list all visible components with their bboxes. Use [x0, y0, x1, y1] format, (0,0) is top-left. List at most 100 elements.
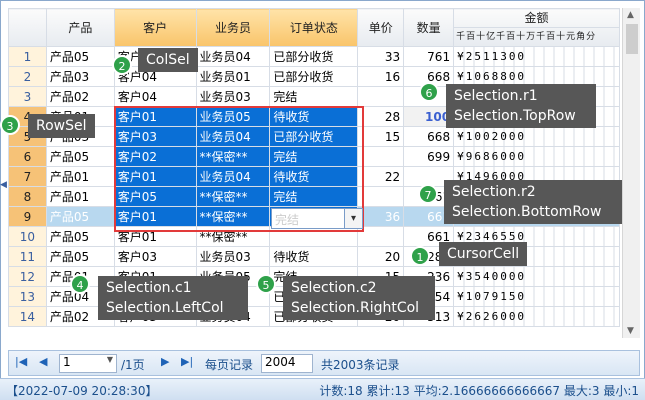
cell-status[interactable]: 待收货 — [269, 106, 359, 127]
cell-product[interactable]: 产品02 — [45, 86, 115, 107]
cell-status[interactable]: 待收货 — [269, 166, 359, 187]
cell-customer[interactable]: 客户02 — [113, 146, 197, 167]
cell-price[interactable] — [357, 146, 405, 167]
cell-price[interactable] — [357, 186, 405, 207]
cell-customer[interactable]: 客户01 — [113, 206, 197, 227]
page-number-select[interactable]: 1 ▼ — [59, 354, 117, 373]
cell-product[interactable]: 产品01 — [45, 186, 115, 207]
row-header[interactable]: 8 — [8, 186, 47, 207]
vertical-scrollbar[interactable]: ▲ ▼ — [622, 8, 640, 338]
prev-page-icon[interactable]: ◀ — [39, 355, 47, 368]
col-header-product[interactable]: 产品 — [45, 8, 115, 47]
cell-sales[interactable]: 业务员05 — [195, 106, 271, 127]
row-header[interactable]: 12 — [8, 266, 47, 287]
row-header[interactable]: 7 — [8, 166, 47, 187]
cell-amount[interactable]: ¥2626000 — [453, 306, 620, 327]
col-header-price[interactable]: 单价 — [357, 8, 405, 47]
cell-price[interactable] — [357, 86, 405, 107]
cell-product[interactable]: 产品03 — [45, 66, 115, 87]
corner-cell[interactable] — [8, 8, 47, 47]
cell-sales[interactable]: **保密** — [195, 186, 271, 207]
table-row[interactable]: 5产品03客户03业务员04已部分收货15668¥1002000 — [8, 126, 620, 147]
side-collapse-arrow-icon[interactable]: ◀ — [0, 180, 7, 200]
cell-product[interactable]: 产品01 — [45, 166, 115, 187]
cell-customer[interactable]: 客户04 — [113, 86, 197, 107]
cell-sales[interactable]: 业务员03 — [195, 246, 271, 267]
cell-price[interactable]: 16 — [357, 66, 405, 87]
cell-customer[interactable]: 客户01 — [113, 106, 197, 127]
annotation-cursorcell: CursorCell — [439, 242, 528, 266]
cell-status[interactable]: 待收货 — [269, 246, 359, 267]
col-header-sales[interactable]: 业务员 — [195, 8, 271, 47]
cell-product[interactable]: 产品05 — [45, 146, 115, 167]
combo-dropdown-icon[interactable]: ▾ — [344, 209, 362, 228]
cell-price[interactable]: 20 — [357, 246, 405, 267]
table-row[interactable]: 6 产品05 客户02 **保密** 完结 699 ¥9686000 — [8, 146, 620, 167]
cell-product[interactable]: 产品05 — [45, 226, 115, 247]
cell-status[interactable] — [269, 226, 359, 247]
cell-product[interactable]: 产品05 — [45, 46, 115, 67]
row-header[interactable]: 10 — [8, 226, 47, 247]
row-header[interactable]: 11 — [8, 246, 47, 267]
row-header[interactable]: 3 — [8, 86, 47, 107]
cell-sales[interactable]: 业务员04 — [195, 126, 271, 147]
row-header[interactable]: 1 — [8, 46, 47, 67]
col-header-customer[interactable]: 客户 — [113, 8, 197, 47]
cell-amount[interactable]: ¥1002000 — [453, 126, 620, 147]
cell-price[interactable]: 28 — [357, 106, 405, 127]
cell-customer[interactable]: 客户03 — [113, 126, 197, 147]
cell-qty[interactable]: 699 — [403, 146, 455, 167]
per-page-input[interactable]: 2004 — [261, 354, 313, 373]
scroll-thumb[interactable] — [626, 24, 638, 54]
col-header-qty[interactable]: 数量 — [403, 8, 455, 47]
cell-status[interactable]: 完结 — [269, 186, 359, 207]
cell-price[interactable]: 33 — [357, 46, 405, 67]
cell-qty[interactable]: 668 — [403, 126, 455, 147]
next-page-icon[interactable]: ▶ — [161, 355, 169, 368]
col-header-status[interactable]: 订单状态 — [269, 8, 359, 47]
cell-sales[interactable]: 业务员04 — [195, 46, 271, 67]
cell-product[interactable]: 产品05 — [45, 246, 115, 267]
first-page-icon[interactable]: |◀ — [15, 355, 27, 368]
cell-price[interactable]: 15 — [357, 126, 405, 147]
row-header[interactable]: 6 — [8, 146, 47, 167]
cell-status[interactable]: 完结 — [269, 86, 359, 107]
cell-sales[interactable]: **保密** — [195, 206, 271, 227]
cell-sales[interactable]: 业务员03 — [195, 86, 271, 107]
scroll-up-icon[interactable]: ▲ — [627, 10, 634, 20]
last-page-icon[interactable]: ▶| — [181, 355, 193, 368]
row-header[interactable]: 13 — [8, 286, 47, 307]
row-header[interactable]: 9 — [8, 206, 47, 227]
scroll-down-icon[interactable]: ▼ — [627, 326, 634, 336]
cell-customer[interactable]: 客户03 — [113, 246, 197, 267]
row-header[interactable]: 2 — [8, 66, 47, 87]
cell-price[interactable] — [357, 226, 405, 247]
cell-amount[interactable]: ¥2511300 — [453, 46, 620, 67]
cell-sales[interactable]: **保密** — [195, 146, 271, 167]
table-row[interactable]: 10 产品05 客户01 **保密** 661 ¥2346550 — [8, 226, 620, 247]
cell-customer[interactable]: 客户01 — [113, 166, 197, 187]
table-row[interactable]: 11产品05客户03业务员03待收货20284¥5680000 — [8, 246, 620, 267]
cell-product[interactable]: 产品05 — [45, 206, 115, 227]
cell-sales[interactable]: 业务员01 — [195, 66, 271, 87]
table-row[interactable]: 1产品05客户02业务员04已部分收货33761¥2511300 — [8, 46, 620, 67]
cell-amount[interactable]: ¥1079150 — [453, 286, 620, 307]
cell-sales[interactable]: **保密** — [195, 226, 271, 247]
cell-status[interactable]: 已部分收货 — [269, 126, 359, 147]
cell-qty[interactable]: 761 — [403, 46, 455, 67]
cell-price[interactable]: 22 — [357, 166, 405, 187]
label-c2: Selection.c2 — [291, 280, 377, 296]
cell-status[interactable]: 已部分收货 — [269, 66, 359, 87]
cell-amount[interactable]: ¥3540000 — [453, 266, 620, 287]
cell-price[interactable]: 36 — [357, 206, 405, 227]
annotation-rowsel: RowSel — [28, 114, 95, 138]
cell-customer[interactable]: 客户01 — [113, 226, 197, 247]
row-header[interactable]: 14 — [8, 306, 47, 327]
cell-amount[interactable]: ¥9686000 — [453, 146, 620, 167]
cell-sales[interactable]: 业务员04 — [195, 166, 271, 187]
cell-status[interactable]: 完结 — [269, 146, 359, 167]
col-header-amount[interactable]: 金额 千百十亿千百十万千百十元角分 — [453, 8, 620, 47]
cell-customer[interactable]: 客户05 — [113, 186, 197, 207]
status-combo-editor[interactable]: 完结 ▾ — [271, 208, 363, 229]
cell-status[interactable]: 已部分收货 — [269, 46, 359, 67]
